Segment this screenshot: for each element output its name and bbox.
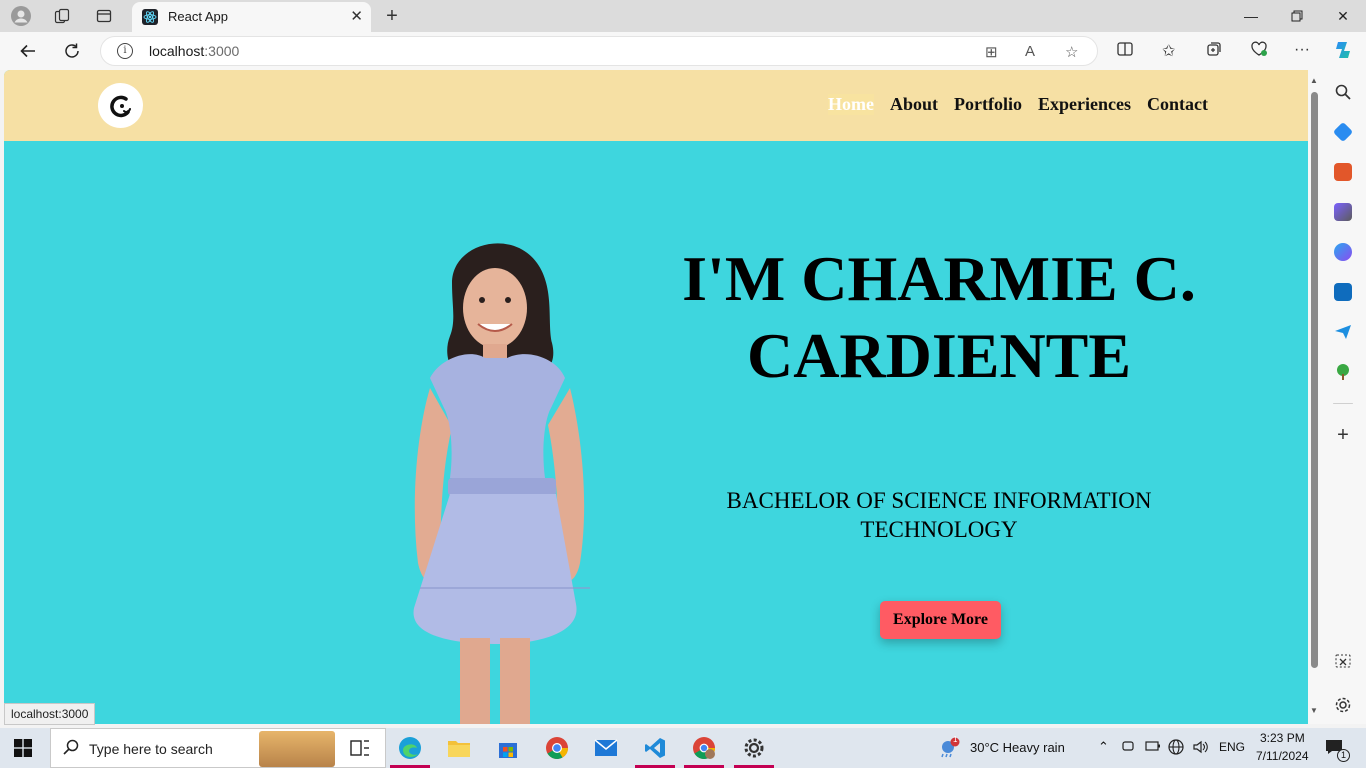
nav-contact[interactable]: Contact — [1147, 94, 1208, 115]
edge-taskbar-icon[interactable] — [396, 734, 424, 762]
react-favicon-icon — [142, 9, 158, 25]
profile-icon[interactable] — [11, 6, 31, 26]
sidebar-settings-icon[interactable] — [1334, 696, 1352, 714]
taskbar-search-box[interactable]: Type here to search — [50, 728, 386, 768]
chrome-profile-icon[interactable] — [690, 734, 718, 762]
back-icon[interactable] — [17, 40, 39, 62]
hero-title: I'M CHARMIE C. CARDIENTE — [624, 240, 1254, 394]
address-bar[interactable]: i localhost:3000 ⊞ A ☆ — [100, 36, 1098, 66]
screenshot-icon[interactable] — [1334, 652, 1352, 670]
scroll-up-icon[interactable]: ▲ — [1310, 76, 1318, 85]
microsoft-365-icon[interactable] — [1334, 243, 1352, 261]
close-window-button[interactable]: ✕ — [1320, 4, 1366, 28]
shopping-tag-icon[interactable] — [1332, 121, 1354, 143]
taskbar-search-icon — [63, 739, 79, 760]
network-globe-icon[interactable] — [1168, 739, 1184, 758]
outlook-icon[interactable] — [1334, 283, 1352, 301]
main-nav: Home About Portfolio Experiences Contact — [828, 94, 1208, 115]
hero-title-line-2: CARDIENTE — [746, 320, 1132, 391]
site-header: Home About Portfolio Experiences Contact — [4, 70, 1308, 141]
explore-more-button[interactable]: Explore More — [880, 601, 1001, 639]
weather-text[interactable]: 30°C Heavy rain — [970, 740, 1065, 755]
tab-close-icon[interactable]: ✕ — [350, 7, 363, 25]
app-available-icon[interactable]: ⊞ — [985, 43, 998, 61]
edge-sidebar: + — [1320, 70, 1366, 724]
profile-photo — [413, 243, 590, 724]
collections-icon[interactable] — [1206, 41, 1222, 62]
tab-actions-icon[interactable] — [94, 6, 114, 26]
microsoft-store-icon[interactable] — [494, 734, 522, 762]
copilot-icon[interactable] — [1333, 39, 1355, 66]
file-explorer-icon[interactable] — [445, 734, 473, 762]
refresh-icon[interactable] — [61, 40, 83, 62]
nav-experiences[interactable]: Experiences — [1038, 94, 1131, 115]
clock-time[interactable]: 3:23 PM — [1260, 731, 1305, 745]
restore-button[interactable] — [1274, 4, 1320, 28]
hero-subtitle: BACHELOR OF SCIENCE INFORMATION TECHNOLO… — [684, 486, 1194, 544]
new-tab-icon[interactable]: + — [382, 5, 402, 27]
split-screen-icon[interactable] — [1117, 41, 1133, 62]
vscode-icon[interactable] — [641, 734, 669, 762]
tree-icon[interactable] — [1334, 363, 1352, 381]
link-status-tooltip: localhost:3000 — [4, 703, 96, 725]
scroll-down-icon[interactable]: ▼ — [1310, 706, 1318, 715]
site-logo[interactable] — [98, 83, 143, 128]
site-info-icon[interactable]: i — [117, 43, 133, 59]
show-hidden-icons-icon[interactable]: ⌃ — [1098, 739, 1109, 755]
more-menu-icon[interactable]: ··· — [1294, 41, 1310, 59]
chrome-icon[interactable] — [543, 734, 571, 762]
taskbar-search-placeholder: Type here to search — [89, 741, 213, 757]
scrollbar-thumb[interactable] — [1311, 92, 1318, 668]
read-aloud-icon[interactable]: A — [1025, 43, 1035, 60]
workspaces-icon[interactable] — [52, 6, 72, 26]
windows-taskbar: Type here to search 1 30°C Heavy rain ⌃ — [0, 728, 1366, 768]
tab-title: React App — [168, 9, 228, 24]
volume-icon[interactable] — [1192, 739, 1208, 758]
page-scrollbar[interactable]: ▲ ▼ — [1308, 70, 1320, 724]
settings-icon[interactable] — [740, 734, 768, 762]
add-sidebar-app-icon[interactable]: + — [1334, 425, 1352, 445]
mail-icon[interactable] — [592, 734, 620, 762]
nav-home[interactable]: Home — [828, 94, 874, 114]
nav-portfolio[interactable]: Portfolio — [954, 94, 1022, 115]
weather-badge: 1 — [953, 735, 958, 744]
browser-tab-strip: React App ✕ + — ✕ — [0, 0, 1366, 32]
page-viewport: Home About Portfolio Experiences Contact… — [4, 70, 1308, 724]
search-highlight-image — [259, 731, 335, 767]
hero-subtitle-line-1: BACHELOR OF SCIENCE INFORMATION — [726, 488, 1152, 513]
favorite-star-icon[interactable]: ☆ — [1065, 43, 1078, 61]
minimize-button[interactable]: — — [1228, 4, 1274, 28]
meet-now-icon[interactable] — [1121, 739, 1135, 756]
send-icon[interactable] — [1334, 323, 1352, 341]
notification-count-badge: 1 — [1337, 749, 1350, 762]
sidebar-divider — [1333, 403, 1353, 404]
search-icon[interactable] — [1334, 83, 1352, 101]
hero-title-line-1: I'M CHARMIE C. — [682, 243, 1196, 314]
nav-about[interactable]: About — [890, 94, 938, 115]
battery-icon[interactable] — [1145, 740, 1161, 755]
clock-date[interactable]: 7/11/2024 — [1256, 749, 1309, 763]
url-text: localhost:3000 — [149, 43, 240, 59]
tools-briefcase-icon[interactable] — [1334, 163, 1352, 181]
windows-start-icon[interactable] — [14, 739, 32, 757]
hero-subtitle-line-2: TECHNOLOGY — [860, 517, 1018, 542]
browser-toolbar: i localhost:3000 ⊞ A ☆ ✩ ··· — [0, 32, 1366, 70]
games-icon[interactable] — [1334, 203, 1352, 221]
browser-tab[interactable]: React App ✕ — [132, 2, 371, 32]
task-view-icon[interactable] — [346, 734, 374, 762]
language-indicator[interactable]: ENG — [1219, 740, 1245, 754]
favorites-icon[interactable]: ✩ — [1162, 41, 1175, 61]
browser-essentials-icon[interactable] — [1250, 41, 1268, 62]
